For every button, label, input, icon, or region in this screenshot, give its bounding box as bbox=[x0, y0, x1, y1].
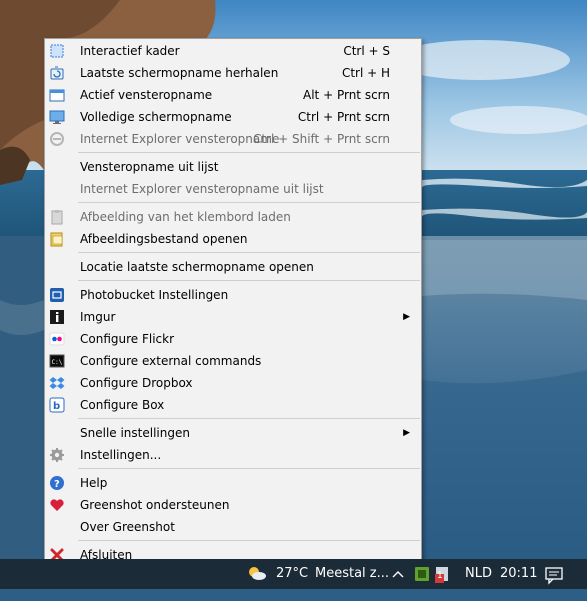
menu-item-configure-external-commands[interactable]: C:\ Configure external commands bbox=[45, 350, 421, 372]
open-file-icon bbox=[49, 231, 65, 247]
menu-item-active-window-capture[interactable]: Actief vensteropname Alt + Prnt scrn bbox=[45, 84, 421, 106]
menu-separator bbox=[78, 540, 420, 541]
menu-item-help[interactable]: ? Help bbox=[45, 472, 421, 494]
menu-item-label: Configure Box bbox=[80, 398, 165, 412]
menu-separator bbox=[78, 468, 420, 469]
repeat-capture-icon bbox=[49, 65, 65, 81]
gear-icon bbox=[49, 447, 65, 463]
svg-text:b: b bbox=[53, 401, 60, 412]
menu-separator bbox=[78, 280, 420, 281]
menu-item-label: Greenshot ondersteunen bbox=[80, 498, 230, 512]
menu-item-ie-window-capture-from-list[interactable]: Internet Explorer vensteropname uit lijs… bbox=[45, 178, 421, 200]
menu-separator bbox=[78, 418, 420, 419]
menu-item-label: Configure external commands bbox=[80, 354, 262, 368]
menu-item-settings[interactable]: Instellingen... bbox=[45, 444, 421, 466]
menu-item-label: Internet Explorer vensteropname uit lijs… bbox=[80, 182, 324, 196]
fullscreen-capture-icon bbox=[49, 109, 65, 125]
chevron-up-icon[interactable] bbox=[391, 559, 405, 589]
imgur-icon bbox=[49, 309, 65, 325]
box-icon: b bbox=[49, 397, 65, 413]
menu-item-about-greenshot[interactable]: Over Greenshot bbox=[45, 516, 421, 538]
dropbox-icon bbox=[49, 375, 65, 391]
menu-separator bbox=[78, 252, 420, 253]
menu-item-label: Imgur bbox=[80, 310, 116, 324]
menu-separator bbox=[78, 202, 420, 203]
greenshot-tray-icon[interactable] bbox=[413, 559, 431, 589]
svg-text:C:\: C:\ bbox=[52, 359, 63, 366]
menu-item-shortcut: Ctrl + S bbox=[343, 44, 390, 58]
menu-item-configure-dropbox[interactable]: Configure Dropbox bbox=[45, 372, 421, 394]
menu-item-label: Afbeelding van het klembord laden bbox=[80, 210, 291, 224]
menu-item-quick-settings[interactable]: Snelle instellingen ▶ bbox=[45, 422, 421, 444]
submenu-arrow-icon: ▶ bbox=[403, 312, 410, 322]
internet-explorer-icon bbox=[49, 131, 65, 147]
menu-item-open-last-capture-location[interactable]: Locatie laatste schermopname openen bbox=[45, 256, 421, 278]
weather-icon[interactable] bbox=[246, 559, 268, 589]
menu-item-photobucket-settings[interactable]: Photobucket Instellingen bbox=[45, 284, 421, 306]
menu-item-shortcut: Ctrl + Prnt scrn bbox=[297, 110, 390, 124]
menu-item-label: Interactief kader bbox=[80, 44, 180, 58]
clipboard-icon bbox=[49, 209, 65, 225]
photobucket-icon bbox=[49, 287, 65, 303]
menu-item-load-from-clipboard[interactable]: Afbeelding van het klembord laden bbox=[45, 206, 421, 228]
region-icon bbox=[49, 43, 65, 59]
window-capture-icon bbox=[49, 87, 65, 103]
taskbar: 27°C Meestal z... 1 NLD 20:11 bbox=[0, 559, 587, 589]
menu-item-shortcut: Ctrl + Shift + Prnt scrn bbox=[252, 132, 390, 146]
menu-item-label: Afbeeldingsbestand openen bbox=[80, 232, 248, 246]
menu-item-fullscreen-capture[interactable]: Volledige schermopname Ctrl + Prnt scrn bbox=[45, 106, 421, 128]
menu-item-configure-box[interactable]: b Configure Box bbox=[45, 394, 421, 416]
menu-separator bbox=[78, 152, 420, 153]
flickr-icon bbox=[49, 331, 65, 347]
menu-item-imgur[interactable]: Imgur ▶ bbox=[45, 306, 421, 328]
menu-item-label: Configure Dropbox bbox=[80, 376, 193, 390]
menu-item-label: Internet Explorer vensteropname bbox=[80, 132, 280, 146]
language-indicator[interactable]: NLD bbox=[465, 559, 492, 589]
menu-item-label: Snelle instellingen bbox=[80, 426, 190, 440]
menu-item-label: Photobucket Instellingen bbox=[80, 288, 229, 302]
menu-item-label: Locatie laatste schermopname openen bbox=[80, 260, 314, 274]
greenshot-context-menu: Interactief kader Ctrl + S Laatste scher… bbox=[44, 38, 422, 566]
menu-item-window-capture-from-list[interactable]: Vensteropname uit lijst bbox=[45, 156, 421, 178]
menu-item-label: Actief vensteropname bbox=[80, 88, 213, 102]
menu-item-open-image-file[interactable]: Afbeeldingsbestand openen bbox=[45, 228, 421, 250]
submenu-arrow-icon: ▶ bbox=[403, 428, 410, 438]
weather-temperature[interactable]: 27°C bbox=[276, 559, 308, 589]
action-center-icon[interactable] bbox=[544, 559, 564, 589]
notification-badge: 1 bbox=[437, 571, 443, 581]
menu-item-configure-flickr[interactable]: Configure Flickr bbox=[45, 328, 421, 350]
clock[interactable]: 20:11 bbox=[500, 559, 537, 589]
menu-item-label: Over Greenshot bbox=[80, 520, 175, 534]
menu-item-shortcut: Alt + Prnt scrn bbox=[303, 88, 390, 102]
menu-item-shortcut: Ctrl + H bbox=[341, 66, 390, 80]
weather-description[interactable]: Meestal z... bbox=[315, 559, 389, 589]
menu-item-label: Volledige schermopname bbox=[80, 110, 232, 124]
menu-item-interactive-region[interactable]: Interactief kader Ctrl + S bbox=[45, 40, 421, 62]
help-icon: ? bbox=[49, 475, 65, 491]
menu-item-label: Instellingen... bbox=[80, 448, 162, 462]
menu-item-label: Laatste schermopname herhalen bbox=[80, 66, 279, 80]
svg-text:?: ? bbox=[54, 479, 60, 490]
menu-item-ie-window-capture[interactable]: Internet Explorer vensteropname Ctrl + S… bbox=[45, 128, 421, 150]
menu-item-repeat-last-capture[interactable]: Laatste schermopname herhalen Ctrl + H bbox=[45, 62, 421, 84]
menu-item-label: Configure Flickr bbox=[80, 332, 175, 346]
menu-item-support-greenshot[interactable]: Greenshot ondersteunen bbox=[45, 494, 421, 516]
menu-item-label: Vensteropname uit lijst bbox=[80, 160, 219, 174]
heart-icon bbox=[49, 497, 65, 513]
command-prompt-icon: C:\ bbox=[49, 353, 65, 369]
menu-item-label: Help bbox=[80, 476, 108, 490]
